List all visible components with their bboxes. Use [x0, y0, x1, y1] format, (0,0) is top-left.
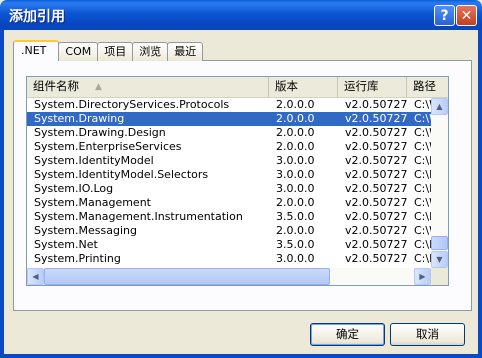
version-cell: 2.0.0.0: [276, 112, 315, 125]
list-item[interactable]: System.Drawing 2.0.0.0 v2.0.50727 C:\W: [27, 112, 431, 126]
list-item[interactable]: System.Management 2.0.0.0 v2.0.50727 C:\W: [27, 196, 431, 210]
list-item[interactable]: System.Net 3.5.0.0 v2.0.50727 C:\P: [27, 238, 431, 252]
arrow-down-icon: ▼: [436, 255, 443, 264]
window-frame-bottom: [0, 354, 482, 358]
path-cell: C:\W: [414, 98, 431, 111]
list-item[interactable]: System.Management.Instrumentation 3.5.0.0…: [27, 210, 431, 224]
path-cell: C:\P: [414, 238, 431, 251]
list-item[interactable]: System.Printing 3.0.0.0 v2.0.50727 C:\P: [27, 252, 431, 266]
path-cell: C:\P: [414, 210, 431, 223]
scroll-down-button[interactable]: ▼: [431, 251, 448, 268]
runtime-cell: v2.0.50727: [345, 140, 407, 153]
arrow-left-icon: ◀: [32, 272, 39, 281]
list-item[interactable]: System.IdentityModel 3.0.0.0 v2.0.50727 C:\…: [27, 154, 431, 168]
path-cell: C:\W: [414, 112, 431, 125]
component-name-cell: System.IO.Log: [34, 182, 114, 195]
version-cell: 2.0.0.0: [276, 126, 315, 139]
version-cell: 3.0.0.0: [276, 182, 315, 195]
path-cell: C:\P: [414, 182, 431, 195]
path-cell: C:\W: [414, 196, 431, 209]
help-button[interactable]: ?: [434, 5, 455, 26]
list-item[interactable]: System.Drawing.Design 2.0.0.0 v2.0.50727 C:…: [27, 126, 431, 140]
list-rows: System.DirectoryServices.Protocols 2.0.0.…: [27, 98, 431, 280]
version-cell: 3.0.0.0: [276, 154, 315, 167]
cancel-button[interactable]: 取消: [390, 323, 465, 346]
version-cell: 3.0.0.0: [276, 168, 315, 181]
column-header-runtime[interactable]: 运行库: [338, 77, 407, 97]
window-frame-right: [478, 30, 482, 358]
component-name-cell: System.Messaging: [34, 224, 137, 237]
scroll-up-button[interactable]: ▲: [431, 98, 448, 115]
runtime-cell: v2.0.50727: [345, 196, 407, 209]
version-cell: 3.5.0.0: [276, 238, 315, 251]
runtime-cell: v2.0.50727: [345, 112, 407, 125]
version-cell: 2.0.0.0: [276, 196, 315, 209]
runtime-cell: v2.0.50727: [345, 126, 407, 139]
component-name-cell: System.Drawing.Design: [34, 126, 166, 139]
column-header-component-name[interactable]: 组件名称 ▲: [27, 77, 269, 97]
scroll-left-button[interactable]: ◀: [27, 268, 44, 285]
component-name-cell: System.Management: [34, 196, 151, 209]
component-list[interactable]: 组件名称 ▲ 版本 运行库 路径 System.DirectoryService…: [26, 76, 449, 286]
path-cell: C:\W: [414, 126, 431, 139]
scroll-right-button[interactable]: ▶: [414, 268, 431, 285]
runtime-cell: v2.0.50727: [345, 224, 407, 237]
version-cell: 2.0.0.0: [276, 224, 315, 237]
arrow-right-icon: ▶: [419, 272, 426, 281]
runtime-cell: v2.0.50727: [345, 182, 407, 195]
tab-project[interactable]: 项目: [97, 42, 134, 61]
tab-recent[interactable]: 最近: [167, 42, 204, 61]
version-cell: 2.0.0.0: [276, 98, 315, 111]
vertical-scroll-thumb[interactable]: [431, 236, 448, 250]
title-bar[interactable]: 添加引用 ? ✕: [0, 0, 482, 30]
list-item[interactable]: System.Messaging 2.0.0.0 v2.0.50727 C:\W: [27, 224, 431, 238]
path-cell: C:\P: [414, 168, 431, 181]
ok-button[interactable]: 确定: [310, 323, 385, 346]
runtime-cell: v2.0.50727: [345, 252, 407, 265]
list-item[interactable]: System.DirectoryServices.Protocols 2.0.0.…: [27, 98, 431, 112]
column-header-version[interactable]: 版本: [269, 77, 338, 97]
column-header-label: 组件名称: [33, 79, 79, 93]
window-title: 添加引用: [9, 9, 65, 25]
component-name-cell: System.Management.Instrumentation: [34, 210, 243, 223]
runtime-cell: v2.0.50727: [345, 168, 407, 181]
tab-browse[interactable]: 浏览: [132, 42, 169, 61]
version-cell: 2.0.0.0: [276, 140, 315, 153]
column-header-path[interactable]: 路径: [407, 77, 448, 97]
tab-strip: .NET COM 项目 浏览 最近: [13, 40, 204, 61]
version-cell: 3.0.0.0: [276, 252, 315, 265]
tab-dotnet[interactable]: .NET: [13, 40, 60, 61]
path-cell: C:\W: [414, 140, 431, 153]
sort-ascending-icon: ▲: [95, 82, 102, 92]
component-name-cell: System.Printing: [34, 252, 121, 265]
path-cell: C:\W: [414, 224, 431, 237]
runtime-cell: v2.0.50727: [345, 210, 407, 223]
list-item[interactable]: System.IO.Log 3.0.0.0 v2.0.50727 C:\P: [27, 182, 431, 196]
component-name-cell: System.Net: [34, 238, 98, 251]
path-cell: C:\P: [414, 252, 431, 265]
component-name-cell: System.Drawing: [34, 112, 125, 125]
runtime-cell: v2.0.50727: [345, 238, 407, 251]
scrollbar-corner: [431, 268, 448, 285]
horizontal-scrollbar[interactable]: ◀ ▶: [27, 268, 448, 285]
vertical-scrollbar[interactable]: ▲ ▼: [431, 98, 448, 268]
list-item[interactable]: System.IdentityModel.Selectors 3.0.0.0 v2.…: [27, 168, 431, 182]
version-cell: 3.5.0.0: [276, 210, 315, 223]
list-item[interactable]: System.EnterpriseServices 2.0.0.0 v2.0.507…: [27, 140, 431, 154]
window-frame-left: [0, 30, 4, 358]
tab-com[interactable]: COM: [58, 42, 99, 61]
close-button[interactable]: ✕: [456, 5, 477, 26]
help-icon: ?: [440, 7, 449, 24]
list-header: 组件名称 ▲ 版本 运行库 路径: [27, 77, 448, 98]
component-name-cell: System.IdentityModel.Selectors: [34, 168, 209, 181]
arrow-up-icon: ▲: [436, 102, 443, 111]
component-name-cell: System.IdentityModel: [34, 154, 154, 167]
runtime-cell: v2.0.50727: [345, 154, 407, 167]
runtime-cell: v2.0.50727: [345, 98, 407, 111]
component-name-cell: System.EnterpriseServices: [34, 140, 182, 153]
component-name-cell: System.DirectoryServices.Protocols: [34, 98, 230, 111]
horizontal-scroll-thumb[interactable]: [44, 268, 330, 285]
path-cell: C:\P: [414, 154, 431, 167]
close-icon: ✕: [460, 7, 473, 24]
